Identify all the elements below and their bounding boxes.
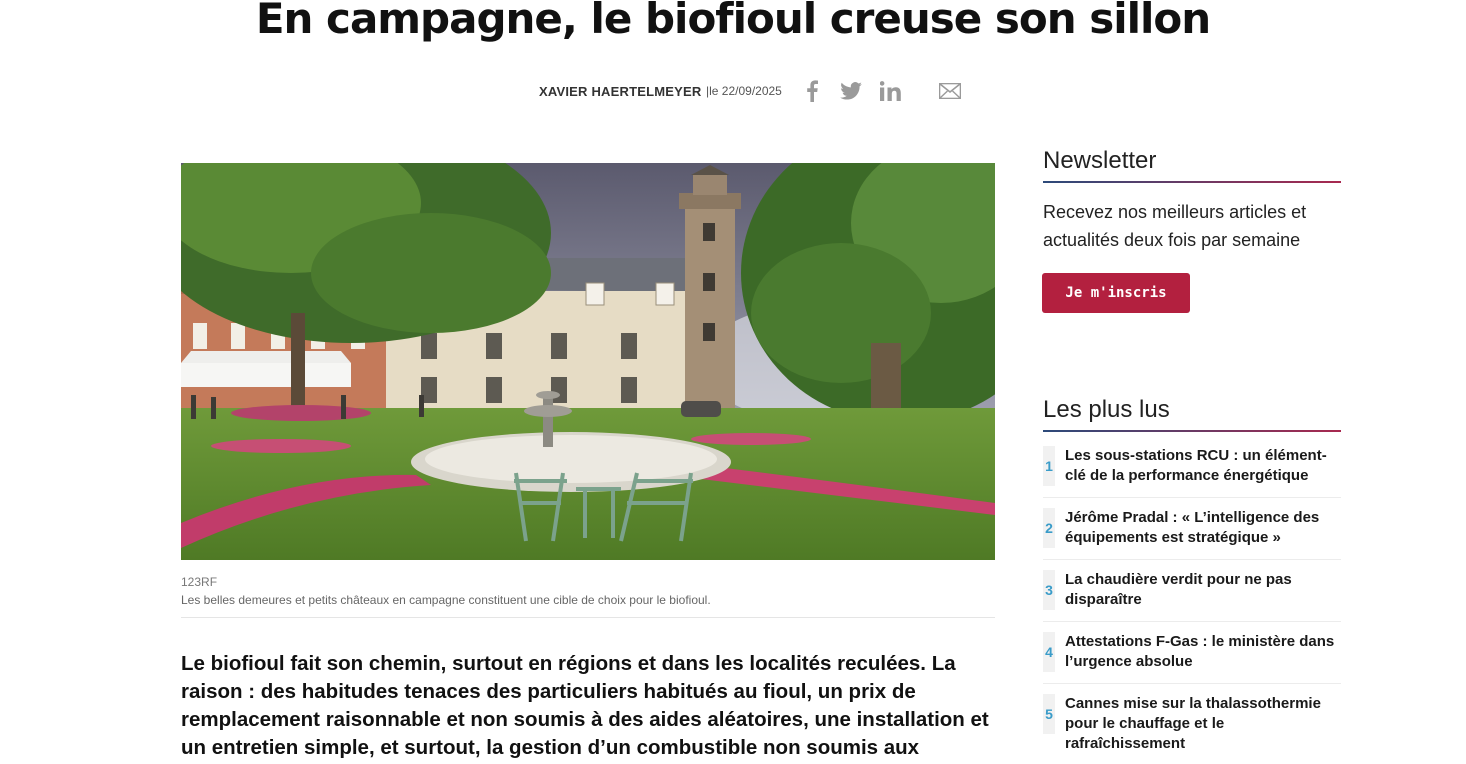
- rank-number: 2: [1043, 508, 1055, 548]
- most-read-link[interactable]: Attestations F-Gas : le ministère dans l…: [1065, 632, 1343, 672]
- newsletter-subscribe-button[interactable]: Je m'inscris: [1042, 273, 1190, 313]
- most-read-item[interactable]: 3 La chaudière verdit pour ne pas dispar…: [1043, 560, 1341, 622]
- most-read-divider: [1043, 430, 1341, 432]
- most-read-item[interactable]: 1 Les sous-stations RCU : un élément-clé…: [1043, 436, 1341, 498]
- image-credit: 123RF: [181, 575, 218, 589]
- most-read-list: 1 Les sous-stations RCU : un élément-clé…: [1043, 436, 1341, 752]
- rank-number: 4: [1043, 632, 1055, 672]
- twitter-icon[interactable]: [838, 78, 864, 104]
- rank-number: 5: [1043, 694, 1055, 734]
- most-read-item[interactable]: 5 Cannes mise sur la thalassothermie pou…: [1043, 684, 1341, 752]
- facebook-icon[interactable]: [799, 78, 825, 104]
- caption-divider: [181, 617, 995, 618]
- newsletter-text: Recevez nos meilleurs articles et actual…: [1043, 202, 1307, 250]
- most-read-title: Les plus lus: [1043, 396, 1170, 423]
- newsletter-divider: [1043, 181, 1341, 183]
- most-read-link[interactable]: Les sous-stations RCU : un élément-clé d…: [1065, 446, 1343, 486]
- most-read-item[interactable]: 4 Attestations F-Gas : le ministère dans…: [1043, 622, 1341, 684]
- email-icon[interactable]: [937, 78, 963, 104]
- linkedin-icon[interactable]: [878, 78, 904, 104]
- rank-number: 1: [1043, 446, 1055, 486]
- most-read-item[interactable]: 2 Jérôme Pradal : « L’intelligence des é…: [1043, 498, 1341, 560]
- rank-number: 3: [1043, 570, 1055, 610]
- most-read-link[interactable]: La chaudière verdit pour ne pas disparaî…: [1065, 570, 1343, 610]
- most-read-link[interactable]: Jérôme Pradal : « L’intelligence des équ…: [1065, 508, 1343, 548]
- article-image: [181, 163, 995, 560]
- article-lead: Le biofioul fait son chemin, surtout en …: [181, 652, 989, 759]
- image-caption: Les belles demeures et petits châteaux e…: [181, 593, 711, 607]
- author-link[interactable]: XAVIER HAERTELMEYER: [539, 84, 701, 99]
- newsletter-title: Newsletter: [1043, 147, 1157, 174]
- article-meta: XAVIER HAERTELMEYER |le 22/09/2025: [0, 76, 1466, 106]
- most-read-link[interactable]: Cannes mise sur la thalassothermie pour …: [1065, 694, 1343, 754]
- publish-date: |le 22/09/2025: [706, 84, 782, 98]
- article-title: En campagne, le biofioul creuse son sill…: [255, 0, 1211, 43]
